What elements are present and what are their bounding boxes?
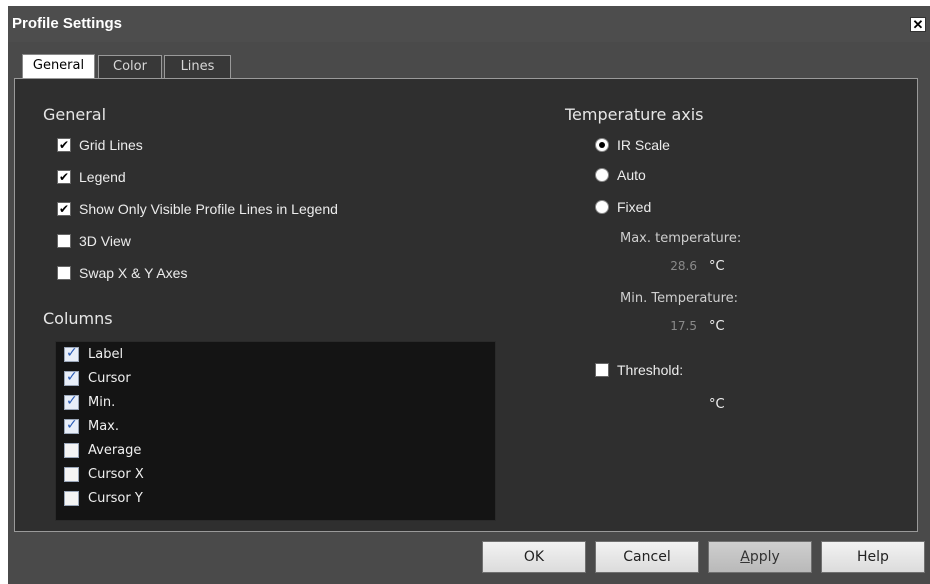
close-icon: ✕	[912, 17, 924, 32]
show-visible-lines-checkbox[interactable]: ✔	[57, 202, 71, 216]
tab-lines[interactable]: Lines	[164, 55, 231, 79]
ir-scale-radio[interactable]	[595, 138, 609, 152]
ir-scale-option[interactable]: IR Scale	[595, 136, 670, 154]
fixed-radio[interactable]	[595, 200, 609, 214]
legend-checkbox[interactable]: ✔	[57, 170, 71, 184]
tab-color[interactable]: Color	[98, 55, 162, 79]
min-temperature-unit: °C	[709, 319, 725, 334]
columns-listbox[interactable]: ✓ Label ✓ Cursor ✓ Min. ✓ Max. Average C…	[55, 341, 496, 521]
fixed-label: Fixed	[617, 199, 652, 215]
auto-radio[interactable]	[595, 168, 609, 182]
temperature-axis-heading: Temperature axis	[565, 105, 704, 124]
column-cursor-y-checkbox[interactable]	[64, 490, 79, 506]
list-item[interactable]: ✓ Cursor	[64, 369, 131, 387]
apply-label-rest: pply	[749, 549, 780, 565]
column-label-checkbox[interactable]: ✓	[64, 345, 79, 362]
grid-lines-checkbox[interactable]: ✔	[57, 138, 71, 152]
columns-heading: Columns	[43, 309, 113, 328]
ir-scale-label: IR Scale	[617, 137, 670, 153]
grid-lines-option[interactable]: ✔ Grid Lines	[57, 136, 143, 154]
max-temperature-unit: °C	[709, 259, 725, 274]
close-button[interactable]: ✕	[910, 17, 926, 32]
column-average-checkbox[interactable]	[64, 442, 79, 458]
auto-option[interactable]: Auto	[595, 166, 646, 184]
list-item[interactable]: Cursor X	[64, 465, 144, 483]
list-item[interactable]: ✓ Min.	[64, 393, 115, 411]
apply-mnemonic: A	[740, 549, 750, 565]
list-item[interactable]: ✓ Max.	[64, 417, 119, 435]
threshold-option[interactable]: Threshold:	[595, 361, 683, 379]
threshold-label: Threshold:	[617, 362, 684, 378]
threshold-checkbox[interactable]	[595, 363, 609, 377]
tab-color-label: Color	[113, 59, 147, 74]
tab-lines-label: Lines	[180, 59, 215, 74]
max-temperature-label: Max. temperature:	[620, 231, 742, 246]
column-max-checkbox[interactable]: ✓	[64, 417, 79, 434]
column-label: Cursor X	[88, 466, 144, 482]
title-bar: Profile Settings ✕	[8, 6, 930, 42]
ok-button[interactable]: OK	[482, 541, 586, 573]
general-tab-panel: General ✔ Grid Lines ✔ Legend ✔ Show Onl…	[14, 78, 918, 532]
general-heading: General	[43, 105, 107, 124]
column-label: Cursor Y	[88, 490, 143, 506]
dialog-title: Profile Settings	[12, 15, 123, 32]
auto-label: Auto	[617, 167, 646, 183]
apply-button[interactable]: Apply	[708, 541, 812, 573]
max-temperature-value[interactable]: 28.6	[637, 259, 697, 273]
column-label: Average	[88, 442, 142, 458]
tab-general-label: General	[32, 58, 85, 73]
help-button[interactable]: Help	[821, 541, 925, 573]
column-label: Min.	[88, 394, 116, 410]
column-label: Cursor	[88, 370, 131, 386]
3d-view-option[interactable]: 3D View	[57, 232, 131, 250]
legend-option[interactable]: ✔ Legend	[57, 168, 126, 186]
list-item[interactable]: ✓ Label	[64, 345, 123, 363]
fixed-option[interactable]: Fixed	[595, 198, 651, 216]
column-label: Max.	[88, 418, 120, 434]
column-min-checkbox[interactable]: ✓	[64, 393, 79, 410]
min-temperature-label: Min. Temperature:	[620, 291, 739, 306]
swap-axes-checkbox[interactable]	[57, 266, 71, 280]
grid-lines-label: Grid Lines	[79, 137, 143, 153]
column-cursor-checkbox[interactable]: ✓	[64, 369, 79, 386]
3d-view-label: 3D View	[79, 233, 131, 249]
show-visible-lines-label: Show Only Visible Profile Lines in Legen…	[79, 201, 338, 217]
swap-axes-option[interactable]: Swap X & Y Axes	[57, 264, 187, 282]
cancel-button[interactable]: Cancel	[595, 541, 699, 573]
legend-label: Legend	[79, 169, 126, 185]
list-item[interactable]: Average	[64, 441, 141, 459]
threshold-unit: °C	[709, 397, 725, 412]
tab-general[interactable]: General	[22, 54, 95, 80]
list-item[interactable]: Cursor Y	[64, 489, 143, 507]
min-temperature-value[interactable]: 17.5	[637, 319, 697, 333]
3d-view-checkbox[interactable]	[57, 234, 71, 248]
column-label: Label	[88, 346, 124, 362]
column-cursor-x-checkbox[interactable]	[64, 466, 79, 482]
show-visible-lines-option[interactable]: ✔ Show Only Visible Profile Lines in Leg…	[57, 200, 338, 218]
swap-axes-label: Swap X & Y Axes	[79, 265, 188, 281]
